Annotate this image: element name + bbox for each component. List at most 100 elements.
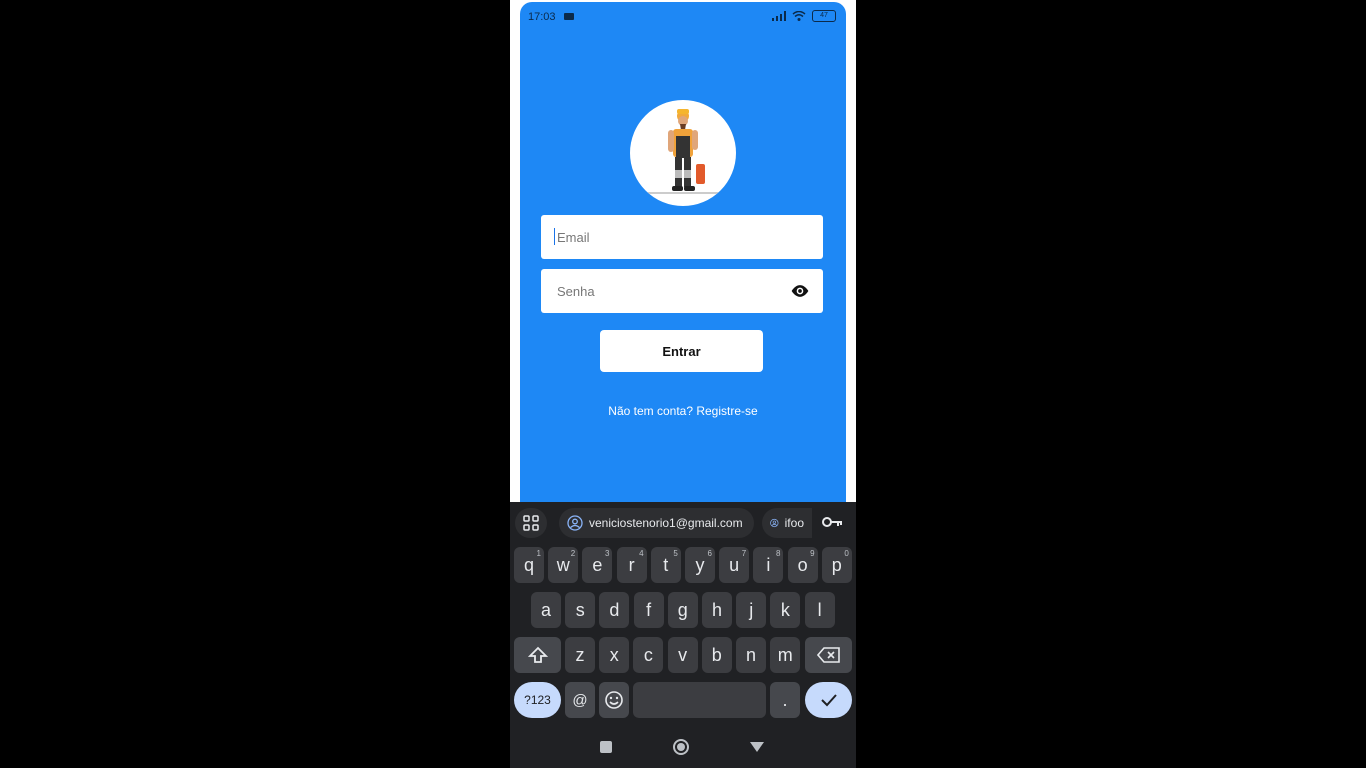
check-icon (820, 694, 837, 707)
password-field[interactable]: Senha (541, 269, 823, 313)
key-icon[interactable] (822, 515, 844, 529)
key-y[interactable]: y6 (685, 547, 715, 583)
apps-grid-button[interactable] (515, 508, 547, 538)
key-t-label: t (663, 554, 669, 575)
key-d[interactable]: d (599, 592, 630, 628)
key-e[interactable]: e3 (582, 547, 613, 583)
key-w[interactable]: w2 (548, 547, 579, 583)
key-i[interactable]: i8 (753, 547, 784, 583)
key-f[interactable]: f (633, 592, 664, 628)
key-p[interactable]: p0 (821, 547, 852, 583)
key-h[interactable]: h (702, 592, 732, 628)
key-n[interactable]: n (736, 637, 766, 673)
key-p-label: p (831, 554, 842, 575)
key-z[interactable]: z (565, 637, 595, 673)
key-y-label: y (695, 554, 705, 575)
key-g[interactable]: g (667, 592, 698, 628)
emoji-icon (605, 691, 623, 709)
eye-icon[interactable] (789, 281, 811, 301)
key-t[interactable]: t5 (650, 547, 681, 583)
email-placeholder: Email (557, 230, 590, 245)
home-icon[interactable] (673, 739, 689, 755)
status-bar: 17:03 47 (520, 2, 846, 32)
key-k-label: k (780, 599, 790, 620)
key-j-label: j (749, 599, 754, 620)
key-o-label: o (797, 554, 808, 575)
key-o[interactable]: o9 (787, 547, 818, 583)
key-a-label: a (540, 599, 551, 620)
key-s-label: s (575, 599, 585, 620)
worker-avatar (630, 100, 736, 206)
login-screen: 17:03 47 Email Senha Entrar Não tem cont… (520, 2, 846, 502)
shift-key[interactable] (514, 637, 561, 673)
key-g-label: g (677, 599, 688, 620)
key-t-number-hint: 5 (673, 549, 678, 558)
wifi-icon (792, 11, 806, 21)
backspace-key[interactable] (805, 637, 852, 673)
key-u[interactable]: u7 (719, 547, 750, 583)
space-key[interactable] (633, 682, 766, 718)
key-q-number-hint: 1 (536, 549, 541, 558)
key-l[interactable]: l (804, 592, 835, 628)
email-field[interactable]: Email (541, 215, 823, 259)
suggestion-second-chip[interactable]: ifoo (762, 508, 812, 538)
account-icon (567, 515, 583, 531)
key-k[interactable]: k (770, 592, 801, 628)
key-c[interactable]: c (633, 637, 664, 673)
suggestion-email-text: veniciostenorio1@gmail.com (589, 516, 743, 530)
register-link[interactable]: Não tem conta? Registre-se (520, 404, 846, 418)
key-o-number-hint: 9 (810, 549, 815, 558)
back-icon[interactable] (749, 741, 765, 753)
key-u-label: u (729, 554, 740, 575)
shift-icon (527, 646, 548, 663)
key-n-label: n (745, 644, 756, 665)
grid-icon (523, 515, 539, 531)
key-r-number-hint: 4 (639, 549, 644, 558)
key-c-label: c (643, 644, 653, 665)
text-caret (554, 228, 555, 245)
key-a[interactable]: a (531, 592, 561, 628)
key-v-label: v (678, 644, 688, 665)
navigation-bar (510, 728, 856, 768)
key-z-label: z (575, 644, 585, 665)
camera-icon (564, 13, 574, 20)
key-i-label: i (766, 554, 771, 575)
key-e-number-hint: 3 (604, 549, 610, 558)
signal-icon (772, 11, 786, 21)
key-w-number-hint: 2 (570, 549, 576, 558)
backspace-icon (816, 647, 840, 663)
emoji-key[interactable] (599, 682, 629, 718)
login-button[interactable]: Entrar (600, 330, 763, 372)
key-d-label: d (609, 599, 620, 620)
key-i-number-hint: 8 (775, 549, 781, 558)
key-m[interactable]: m (770, 637, 801, 673)
symbols-key[interactable]: ?123 (514, 682, 561, 718)
key-r[interactable]: r4 (616, 547, 647, 583)
recents-icon[interactable] (600, 741, 612, 753)
account-icon (770, 518, 779, 528)
enter-key[interactable] (805, 682, 852, 718)
key-w-label: w (556, 554, 570, 575)
at-key[interactable]: @ (565, 682, 595, 718)
key-b-label: b (711, 644, 722, 665)
phone-screen: 17:03 47 Email Senha Entrar Não tem cont… (510, 0, 856, 768)
key-l-label: l (817, 599, 822, 620)
key-b[interactable]: b (701, 637, 732, 673)
suggestion-second-text: ifoo (784, 516, 804, 530)
password-placeholder: Senha (557, 284, 595, 299)
period-key[interactable]: . (770, 682, 800, 718)
key-f-label: f (646, 599, 652, 620)
battery-icon: 47 (812, 10, 836, 22)
key-y-number-hint: 6 (707, 549, 712, 558)
key-x-label: x (609, 644, 619, 665)
status-time: 17:03 (528, 11, 556, 23)
key-s[interactable]: s (565, 592, 596, 628)
key-v[interactable]: v (667, 637, 698, 673)
key-x[interactable]: x (599, 637, 630, 673)
key-h-label: h (711, 599, 722, 620)
key-r-label: r (628, 554, 635, 575)
key-j[interactable]: j (736, 592, 767, 628)
key-q[interactable]: q1 (514, 547, 544, 583)
suggestion-email-chip[interactable]: veniciostenorio1@gmail.com (559, 508, 754, 538)
key-u-number-hint: 7 (741, 549, 747, 558)
